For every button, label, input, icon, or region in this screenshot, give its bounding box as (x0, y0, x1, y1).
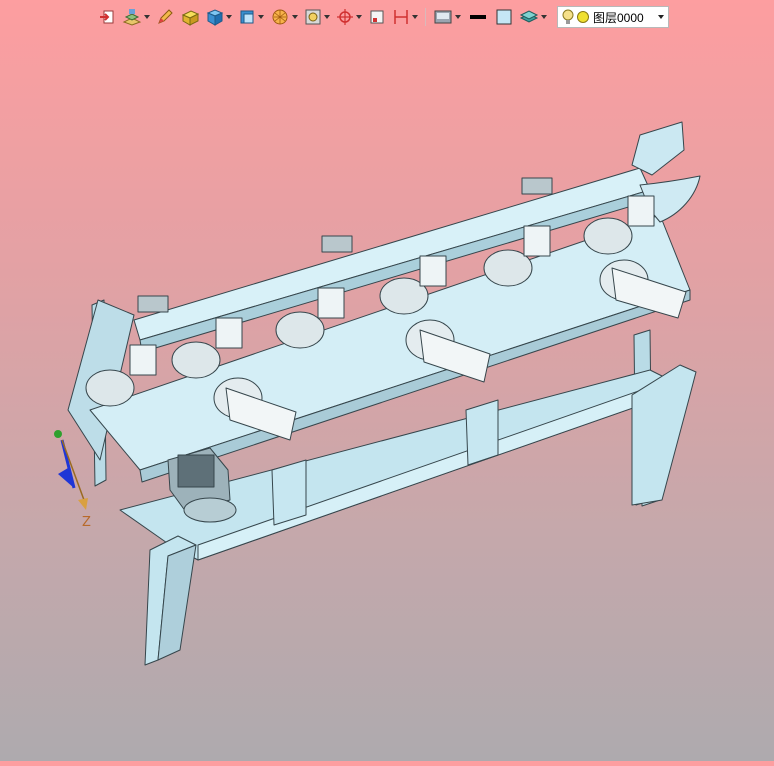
axis-z-label: Z (82, 515, 91, 530)
pencil-icon[interactable] (154, 6, 176, 28)
dimension-icon[interactable] (390, 6, 420, 28)
toolbar-separator (425, 8, 426, 26)
main-toolbar: 图层0000 (96, 4, 669, 30)
display-mode-icon[interactable] (431, 6, 463, 28)
layer-select-value: 图层0000 (593, 10, 644, 25)
light-bulb-icon (562, 9, 574, 24)
end-post (631, 121, 685, 176)
motor-pulley (183, 497, 237, 523)
render-sphere-icon[interactable] (268, 6, 300, 28)
model-drawing: Z (54, 121, 701, 666)
layer-status-dot-icon (577, 11, 589, 23)
line-color-icon[interactable] (465, 6, 491, 28)
frame-icon[interactable] (366, 6, 388, 28)
3d-viewport[interactable]: Z (0, 34, 774, 761)
solid-cube-icon[interactable] (204, 6, 234, 28)
layer-select[interactable]: 图层0000 (557, 6, 669, 28)
motor-fins (177, 454, 215, 488)
layers-stack-icon[interactable] (517, 6, 549, 28)
middle-leg-2 (465, 399, 499, 466)
layer-manager-icon[interactable] (120, 6, 152, 28)
insert-icon[interactable] (96, 6, 118, 28)
middle-leg-1 (271, 459, 307, 526)
snap-target-icon[interactable] (334, 6, 364, 28)
view-cube-icon[interactable] (236, 6, 266, 28)
fill-color-icon[interactable] (493, 6, 515, 28)
chevron-down-icon (658, 15, 664, 19)
eraser-box-icon[interactable] (178, 6, 202, 28)
axis-triad: Z (54, 430, 91, 530)
zoom-fit-icon[interactable] (302, 6, 332, 28)
